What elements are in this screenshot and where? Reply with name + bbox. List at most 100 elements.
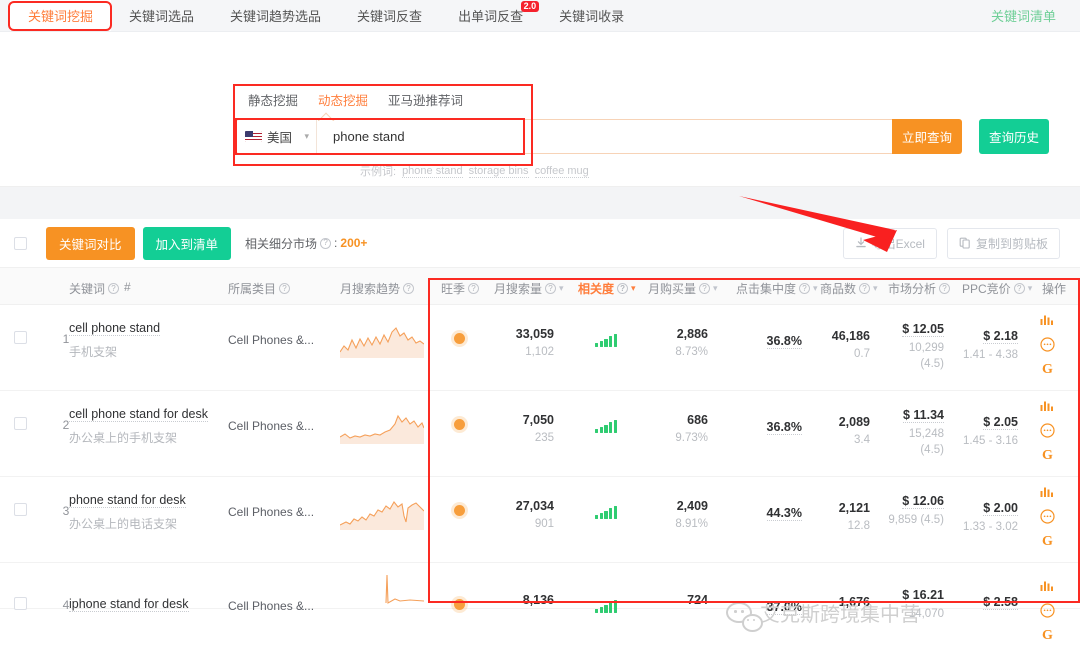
tab-label: 关键词选品 [129,6,194,25]
sort-arrow-icon[interactable]: ▾ [813,283,818,294]
row-keyword-en[interactable]: phone stand for desk [69,493,186,508]
tab-1[interactable]: 关键词选品 [111,0,212,31]
tab-4[interactable]: 出单词反查2.0 [440,0,541,31]
row-keyword[interactable]: cell phone stand手机支架 [69,321,160,360]
select-all-checkbox[interactable] [14,237,27,250]
help-icon[interactable]: ? [1014,283,1025,294]
sort-arrow-icon[interactable]: ▾ [1028,283,1033,294]
related-market-label: 相关细分市场 [245,235,317,252]
chart-icon[interactable] [1040,399,1055,414]
help-icon[interactable]: ? [617,283,628,294]
column-header-ppc[interactable]: PPC竞价?▾ [962,280,1032,297]
help-icon[interactable]: ? [468,283,479,294]
row-ppc: $ 2.18 [983,329,1018,344]
google-icon[interactable]: G [1042,449,1053,463]
sort-arrow-icon[interactable]: ▾ [873,283,878,294]
search-button[interactable]: 立即查询 [892,119,962,154]
row-keyword[interactable]: phone stand for desk办公桌上的电话支架 [69,493,186,532]
country-selector[interactable]: 美国 ▾ [235,119,317,154]
help-icon[interactable]: ? [545,283,556,294]
row-market-price: $ 12.05 [902,322,944,337]
search-panel: 静态挖掘 动态挖掘 亚马逊推荐词 美国 ▾ phone stand 立即查询 查询历… [0,32,1080,187]
tab-5[interactable]: 关键词收录 [541,0,642,31]
column-header-relevance[interactable]: 相关度?▾ [578,280,636,297]
copy-clipboard-button[interactable]: 复制到剪贴板 [947,228,1060,259]
help-icon[interactable]: ? [279,283,290,294]
table-row[interactable]: 3phone stand for desk办公桌上的电话支架Cell Phone… [0,477,1080,563]
keyword-input-tail[interactable] [720,119,892,154]
column-header-label: 操作 [1042,280,1066,297]
help-icon[interactable]: ? [939,283,950,294]
sort-arrow-icon[interactable]: ▾ [631,283,636,294]
row-keyword-en[interactable]: cell phone stand for desk [69,407,208,422]
row-checkbox-wrap[interactable] [14,503,27,516]
example-keyword-2[interactable]: storage bins [469,165,529,178]
help-icon[interactable]: ? [799,283,810,294]
help-icon[interactable]: ? [699,283,710,294]
row-market-sub2: (4.5) [886,358,944,370]
row-trend-chart[interactable] [340,322,424,365]
row-checkbox[interactable] [14,331,27,344]
compare-keywords-button[interactable]: 关键词对比 [46,227,135,260]
google-icon[interactable]: G [1042,535,1053,549]
column-header-products[interactable]: 商品数?▾ [820,280,878,297]
chart-icon[interactable] [1040,485,1055,500]
row-products-wrap: 2,0893.4 [812,415,870,446]
trend-sparkline-icon [340,567,424,607]
table-row[interactable]: 2cell phone stand for desk办公桌上的手机支架Cell … [0,391,1080,477]
table-row[interactable]: 4iphone stand for deskCell Phones &...8,… [0,563,1080,609]
history-button[interactable]: 查询历史 [979,119,1049,154]
comment-icon[interactable] [1040,423,1055,440]
row-checkbox[interactable] [14,417,27,430]
relevance-bars-icon [595,420,617,433]
export-excel-button[interactable]: 导出Excel [843,228,937,259]
help-icon[interactable]: ? [403,283,414,294]
row-keyword-en[interactable]: iphone stand for desk [69,597,189,612]
search-mode-tab-0[interactable]: 静态挖掘 [248,90,298,109]
row-trend-chart[interactable] [340,567,424,610]
related-market-info: 相关细分市场 ? : 200+ [245,235,367,252]
row-checkbox[interactable] [14,597,27,610]
relevance-bars-icon [595,334,617,347]
example-keyword-3[interactable]: coffee mug [535,165,589,178]
row-click-concentration: 44.3% [767,506,802,521]
search-mode-tab-1[interactable]: 动态挖掘 [318,90,368,109]
row-keyword-en[interactable]: cell phone stand [69,321,160,336]
row-keyword[interactable]: iphone stand for desk [69,597,189,612]
comment-icon[interactable] [1040,509,1055,526]
keyword-input[interactable]: phone stand [317,119,720,154]
row-trend-chart[interactable] [340,494,424,537]
google-icon[interactable]: G [1042,629,1053,643]
row-checkbox-wrap[interactable] [14,417,27,430]
sort-arrow-icon[interactable]: ▾ [713,283,718,294]
chart-icon[interactable] [1040,313,1055,328]
google-icon[interactable]: G [1042,363,1053,377]
column-header-purchase[interactable]: 月购买量?▾ [648,280,718,297]
row-checkbox-wrap[interactable] [14,597,27,610]
tab-2[interactable]: 关键词趋势选品 [212,0,339,31]
comment-icon[interactable] [1040,337,1055,354]
tab-3[interactable]: 关键词反查 [339,0,440,31]
column-header-search_volume[interactable]: 月搜索量?▾ [494,280,564,297]
example-keyword-1[interactable]: phone stand [402,165,463,178]
row-checkbox[interactable] [14,503,27,516]
comment-icon[interactable] [1040,603,1055,620]
add-to-list-button[interactable]: 加入到清单 [143,227,232,260]
row-ppc-sub: 1.45 - 3.16 [958,435,1018,447]
help-icon[interactable]: ? [108,283,119,294]
row-search-volume-wrap: 8,136 [488,593,554,607]
row-checkbox-wrap[interactable] [14,331,27,344]
help-icon[interactable]: ? [859,283,870,294]
topbar-spacer [642,0,981,31]
column-header-click_conc[interactable]: 点击集中度?▾ [736,280,818,297]
row-trend-chart[interactable] [340,408,424,451]
sort-arrow-icon[interactable]: ▾ [559,283,564,294]
table-row[interactable]: 1cell phone stand手机支架Cell Phones &...33,… [0,305,1080,391]
season-dot-icon [454,419,465,430]
help-icon[interactable]: ? [320,238,331,249]
search-mode-tab-2[interactable]: 亚马逊推荐词 [388,90,463,109]
tab-0[interactable]: 关键词挖掘 [10,0,111,31]
row-keyword[interactable]: cell phone stand for desk办公桌上的手机支架 [69,407,208,446]
chart-icon[interactable] [1040,579,1055,594]
keyword-list-link[interactable]: 关键词清单 [981,0,1080,31]
